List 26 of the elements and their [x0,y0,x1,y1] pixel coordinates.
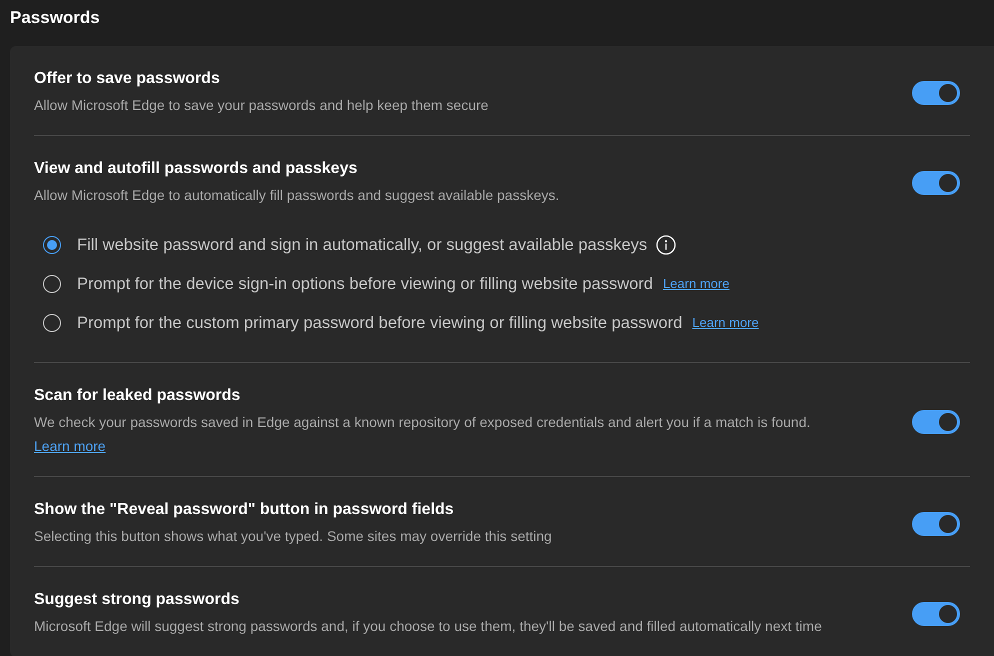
setting-title: Scan for leaked passwords [34,386,242,406]
setting-description: Allow Microsoft Edge to save your passwords and help keep them secure [34,96,490,115]
option-label[interactable]: Fill website password and sign in automatically, or suggest available passkeys [77,234,648,254]
toggle-switch[interactable] [912,512,960,536]
radio-button[interactable] [43,236,61,254]
learn-more-link[interactable]: Learn more [662,274,730,294]
setting-title: View and autofill passwords and passkeys [34,159,358,179]
info-icon[interactable] [656,234,676,254]
toggle-switch[interactable] [912,602,960,626]
learn-more-link[interactable]: Learn more [34,438,106,454]
setting-description: We check your passwords saved in Edge against a known repository of exposed credentials and alert you if a match is found. Learn more [34,413,812,456]
learn-more-link[interactable]: Learn more [692,312,759,332]
toggle-switch[interactable] [912,80,960,104]
setting-description: Allow Microsoft Edge to automatically fill passwords and suggest available passkeys. [34,186,560,205]
radio-button[interactable] [43,314,61,332]
option-label[interactable]: Prompt for the custom primary password before viewing or filling website password [77,312,682,332]
toggle-switch[interactable] [912,170,960,194]
page-title: Passwords [10,7,101,29]
setting-description: Microsoft Edge will suggest strong passwords and, if you choose to use them, they'll be saved and filled automatically next time [34,617,823,636]
setting-title: Show the "Reveal password" button in password fields [34,500,455,520]
setting-title: Offer to save passwords [34,69,221,89]
setting-title: Suggest strong passwords [34,590,240,610]
setting-description: Selecting this button shows what you've typed. Some sites may override this setting [34,527,553,546]
toggle-switch[interactable] [912,410,960,434]
option-label[interactable]: Prompt for the device sign-in options before viewing or filling website password [77,274,653,294]
radio-button[interactable] [43,274,61,292]
